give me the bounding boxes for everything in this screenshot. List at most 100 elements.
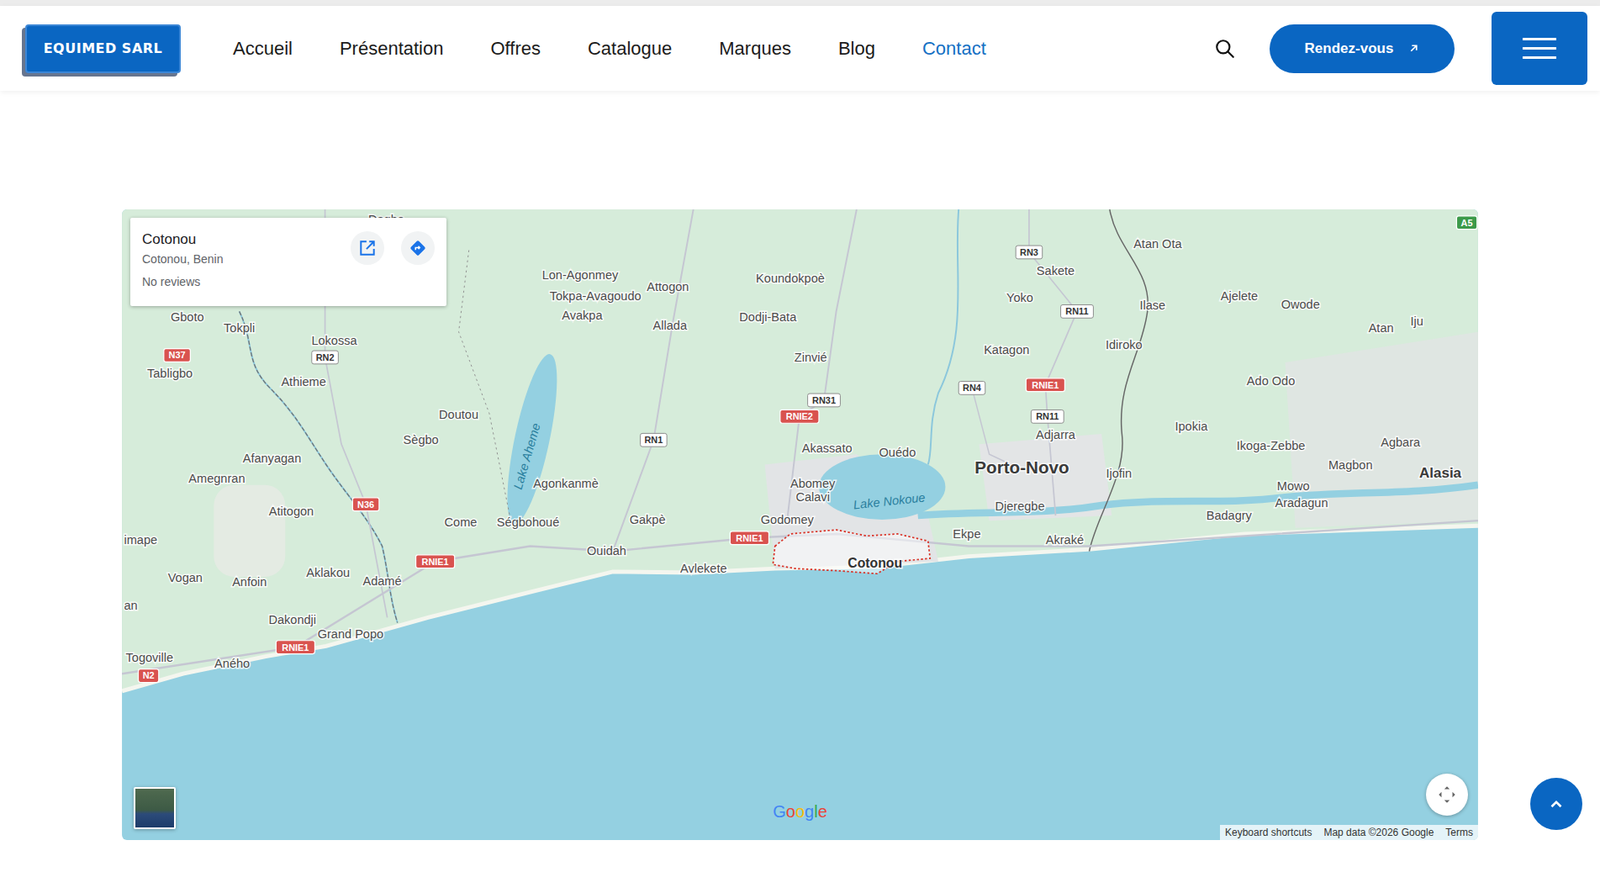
place-label: Agonkanmè <box>533 476 599 491</box>
page: EQUIMED SARL Accueil Présentation Offres Ca… <box>0 0 1600 872</box>
svg-text:RNIE1: RNIE1 <box>1031 380 1059 391</box>
place-label: Porto-Novo <box>974 457 1069 477</box>
nav-item[interactable]: Offres <box>490 37 541 60</box>
nav-item[interactable]: Marques <box>718 37 792 60</box>
place-label: Ouédo <box>879 445 917 460</box>
svg-text:RNIE1: RNIE1 <box>422 556 449 567</box>
header: EQUIMED SARL Accueil Présentation Offres Ca… <box>0 5 1600 91</box>
place-label: Atan Ota <box>1133 237 1183 251</box>
nav-item[interactable]: Présentation <box>339 37 444 60</box>
map[interactable]: N37RN2N36RNIE1RNIE1N2RN1RNIE2RN31RNIE1RN… <box>121 209 1479 840</box>
place-label: Tokpli <box>223 321 255 335</box>
map-footer-link[interactable]: Terms <box>1445 826 1474 839</box>
place-label: Ouidah <box>586 543 627 558</box>
place-label: Akraké <box>1045 533 1084 547</box>
place-label: Aného <box>214 656 250 671</box>
nav-item[interactable]: Accueil <box>232 37 293 60</box>
pan-arrows-icon <box>1436 783 1458 806</box>
fullscreen-button[interactable] <box>1425 773 1468 816</box>
appointment-label: Rendez-vous <box>1304 40 1395 58</box>
hamburger-icon <box>1522 37 1557 60</box>
place-label: Anfoin <box>232 575 267 589</box>
place-label: Ado Odo <box>1246 374 1295 388</box>
svg-text:RNIE2: RNIE2 <box>786 411 814 422</box>
place-label: Adamé <box>362 574 402 588</box>
main-nav: Accueil Présentation Offres Catalogue Marque… <box>232 37 987 60</box>
svg-text:RNIE1: RNIE1 <box>735 533 763 544</box>
place-label: Adjarra <box>1035 427 1077 442</box>
place-label: Atan <box>1368 321 1395 335</box>
place-label: Djeregbe <box>995 499 1046 513</box>
place-label: Iju <box>1409 314 1423 328</box>
nav-item[interactable]: Contact <box>922 37 987 60</box>
place-label: Lake Nokoue <box>852 491 926 513</box>
road-shield: RNIE1 <box>275 640 315 655</box>
place-label: Ségbohoué <box>496 515 560 529</box>
place-label: Mowo <box>1277 479 1310 493</box>
map-footer-link[interactable]: Map data ©2026 Google <box>1323 826 1434 839</box>
top-strip <box>0 0 1600 6</box>
place-label: Tabligbo <box>147 366 193 381</box>
place-label: Agbara <box>1380 435 1421 449</box>
road-shield: RN11 <box>1061 304 1094 318</box>
place-label: Koundokpoè <box>755 271 825 286</box>
place-label: Ekpe <box>952 527 981 541</box>
place-label: Athieme <box>280 374 326 389</box>
arrow-up-right-icon <box>1408 42 1420 54</box>
nav-item[interactable]: Catalogue <box>587 37 672 60</box>
place-label: Ikoga-Zebbe <box>1236 438 1306 453</box>
svg-text:RN3: RN3 <box>1019 247 1039 258</box>
place-label: Afanyagan <box>242 451 302 465</box>
place-label: imape <box>123 533 158 547</box>
directions-button[interactable] <box>401 231 435 265</box>
search-icon[interactable] <box>1214 37 1236 60</box>
road-shield: N37 <box>163 348 191 363</box>
nav-item[interactable]: Blog <box>838 37 876 60</box>
road-shield: N36 <box>352 497 380 512</box>
place-label: Aradagun <box>1274 496 1328 510</box>
place-label: Gakpè <box>629 512 666 527</box>
road-shield: RN3 <box>1015 245 1043 259</box>
place-label: Ipokia <box>1174 419 1209 434</box>
place-label: Lokossa <box>311 333 358 348</box>
place-reviews[interactable]: No reviews <box>142 274 334 289</box>
place-label: Zinvié <box>794 350 828 365</box>
svg-text:A5: A5 <box>1461 217 1474 228</box>
place-label: Atitogon <box>269 504 314 518</box>
menu-button[interactable] <box>1491 11 1588 85</box>
scroll-top-button[interactable] <box>1530 777 1583 830</box>
road-shield: N2 <box>137 669 159 683</box>
place-label: Cotonou <box>847 555 903 571</box>
place-label: Abomey <box>790 476 836 491</box>
logo[interactable]: EQUIMED SARL <box>25 24 181 74</box>
place-label: Avlekete <box>680 561 728 576</box>
contact-section: N37RN2N36RNIE1RNIE1N2RN1RNIE2RN31RNIE1RN… <box>0 90 1600 840</box>
place-label: Magbon <box>1328 458 1373 472</box>
place-label: Sakete <box>1036 264 1075 278</box>
place-label: Dakondji <box>268 612 317 627</box>
place-label: Owode <box>1281 297 1321 312</box>
open-map-button[interactable] <box>350 231 385 265</box>
place-label: Doutou <box>438 407 479 422</box>
place-label: Come <box>444 515 478 529</box>
svg-text:RNIE1: RNIE1 <box>281 642 309 653</box>
layer-toggle[interactable] <box>133 786 176 830</box>
svg-text:RN2: RN2 <box>316 352 335 363</box>
map-footer-link[interactable]: Keyboard shortcuts <box>1225 826 1312 839</box>
place-subtitle: Cotonou, Benin <box>142 252 334 266</box>
place-label: Amegnran <box>188 471 245 486</box>
appointment-button[interactable]: Rendez-vous <box>1269 24 1455 74</box>
road-shield: RNIE1 <box>729 531 769 545</box>
google-logo: Google <box>772 802 828 822</box>
road-shield: A5 <box>1456 216 1477 230</box>
place-label: Alasia <box>1419 464 1463 481</box>
road-shield: RN1 <box>640 433 668 447</box>
svg-text:RN11: RN11 <box>1065 306 1088 317</box>
place-label: Lake Aheme <box>511 421 544 491</box>
road-shield: RNIE1 <box>1025 378 1065 392</box>
place-label: Akassato <box>802 441 853 455</box>
map-footer: Keyboard shortcuts Map data ©2026 Google T… <box>1219 824 1479 840</box>
place-label: Gboto <box>170 310 205 324</box>
chevron-up-icon <box>1547 794 1566 814</box>
road-shield: RNIE1 <box>416 554 455 569</box>
